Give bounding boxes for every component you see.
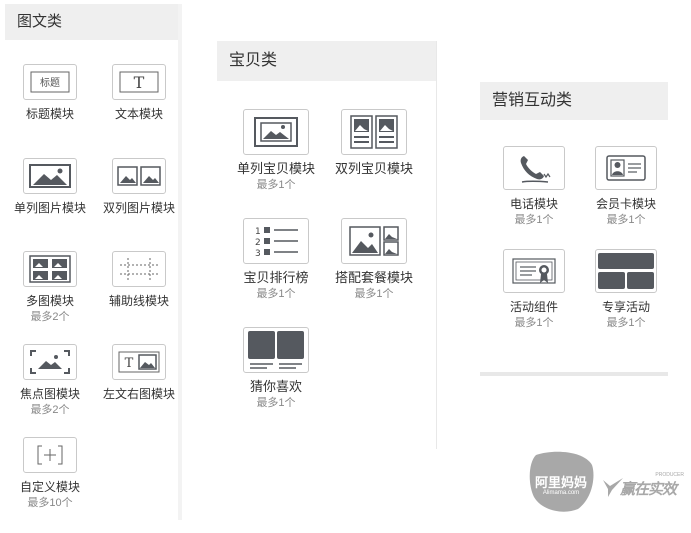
panel-yingxiao: 营销互动类 电话模块 最多1个 会员卡模块 最多1个 活动组件 最多1个 专享活… bbox=[480, 82, 668, 376]
module-limit: 最多2个 bbox=[30, 311, 70, 323]
combo-package-icon bbox=[341, 218, 407, 264]
module-multi-image[interactable]: 多图模块 最多2个 bbox=[8, 251, 92, 324]
module-label: 焦点图模块 bbox=[19, 387, 80, 401]
alimama-logo-subtext: Alimama.com bbox=[542, 490, 580, 496]
module-text[interactable]: T 文本模块 bbox=[97, 64, 181, 121]
module-label: 单列图片模块 bbox=[13, 201, 86, 215]
module-label: 猜你喜欢 bbox=[249, 379, 302, 394]
activity-certificate-icon bbox=[503, 249, 565, 293]
module-guess-you-like[interactable]: 猜你喜欢 最多1个 bbox=[227, 327, 325, 410]
module-member-card[interactable]: 会员卡模块 最多1个 bbox=[584, 146, 668, 227]
panel-tuwen: 图文类 标题 标题模块 T 文本模块 单列图片模块 双列图片模块 多图模块 最多… bbox=[5, 4, 182, 520]
module-single-image[interactable]: 单列图片模块 bbox=[8, 158, 92, 215]
module-double-image[interactable]: 双列图片模块 bbox=[97, 158, 181, 215]
title-icon: 标题 bbox=[23, 64, 77, 100]
module-limit: 最多1个 bbox=[514, 317, 554, 329]
module-label: 活动组件 bbox=[509, 300, 558, 314]
double-image-icon bbox=[112, 158, 166, 194]
module-label: 标题模块 bbox=[25, 107, 74, 121]
module-label: 双列图片模块 bbox=[102, 201, 175, 215]
svg-text:T: T bbox=[134, 73, 145, 92]
svg-text:1: 1 bbox=[255, 227, 261, 237]
module-limit: 最多1个 bbox=[256, 288, 296, 300]
custom-icon bbox=[23, 437, 77, 473]
focus-image-icon bbox=[23, 344, 77, 380]
svg-text:标题: 标题 bbox=[40, 77, 60, 89]
module-limit: 最多1个 bbox=[514, 214, 554, 226]
double-item-icon bbox=[341, 109, 407, 155]
member-card-icon bbox=[595, 146, 657, 190]
module-label: 辅助线模块 bbox=[108, 294, 169, 308]
ranking-list-icon: 1 2 3 bbox=[243, 218, 309, 264]
panel-title-yingxiao: 营销互动类 bbox=[480, 82, 668, 120]
single-image-icon bbox=[23, 158, 77, 194]
panel-title-baobei: 宝贝类 bbox=[217, 41, 436, 81]
module-guide-line[interactable]: 辅助线模块 bbox=[97, 251, 181, 308]
alimama-logo-text: 阿里妈妈 bbox=[534, 475, 587, 490]
module-label: 双列宝贝模块 bbox=[334, 161, 413, 176]
slogan-logo: PRODUCER 赢在实效 bbox=[602, 470, 688, 504]
module-label: 搭配套餐模块 bbox=[334, 270, 413, 285]
module-title[interactable]: 标题 标题模块 bbox=[8, 64, 92, 121]
module-double-item[interactable]: 双列宝贝模块 bbox=[325, 109, 423, 176]
module-limit: 最多1个 bbox=[354, 288, 394, 300]
module-exclusive-activity[interactable]: 专享活动 最多1个 bbox=[584, 249, 668, 330]
svg-text:T: T bbox=[125, 356, 134, 371]
text-left-image-right-icon: T bbox=[112, 344, 166, 380]
alimama-logo: 阿里妈妈 Alimama.com bbox=[526, 447, 596, 515]
text-icon: T bbox=[112, 64, 166, 100]
module-label: 左文右图模块 bbox=[102, 387, 175, 401]
module-label: 多图模块 bbox=[25, 294, 74, 308]
module-limit: 最多1个 bbox=[606, 214, 646, 226]
module-limit: 最多1个 bbox=[256, 397, 296, 409]
module-focus-image[interactable]: 焦点图模块 最多2个 bbox=[8, 344, 92, 417]
guess-you-like-icon bbox=[243, 327, 309, 373]
exclusive-activity-icon bbox=[595, 249, 657, 293]
module-limit: 最多1个 bbox=[256, 179, 296, 191]
slogan-text: 赢在实效 bbox=[620, 481, 677, 498]
module-label: 宝贝排行榜 bbox=[243, 270, 309, 285]
svg-text:3: 3 bbox=[255, 249, 261, 259]
module-single-item[interactable]: 单列宝贝模块 最多1个 bbox=[227, 109, 325, 192]
module-text-left-image-right[interactable]: T 左文右图模块 bbox=[97, 344, 181, 401]
module-limit: 最多2个 bbox=[30, 404, 70, 416]
module-label: 会员卡模块 bbox=[595, 197, 656, 211]
single-item-icon bbox=[243, 109, 309, 155]
module-phone[interactable]: 电话模块 最多1个 bbox=[492, 146, 576, 227]
panel-baobei: 宝贝类 单列宝贝模块 最多1个 双列宝贝模块 1 2 3 宝贝排行榜 最多1个 … bbox=[217, 41, 437, 449]
module-label: 文本模块 bbox=[114, 107, 163, 121]
module-custom[interactable]: 自定义模块 最多10个 bbox=[8, 437, 92, 510]
module-ranking-list[interactable]: 1 2 3 宝贝排行榜 最多1个 bbox=[227, 218, 325, 301]
module-label: 自定义模块 bbox=[19, 480, 80, 494]
module-label: 单列宝贝模块 bbox=[236, 161, 315, 176]
module-limit: 最多1个 bbox=[606, 317, 646, 329]
phone-icon bbox=[503, 146, 565, 190]
module-limit: 最多10个 bbox=[27, 497, 73, 509]
module-combo-package[interactable]: 搭配套餐模块 最多1个 bbox=[325, 218, 423, 301]
guide-line-icon bbox=[112, 251, 166, 287]
panel-title-tuwen: 图文类 bbox=[5, 4, 182, 40]
module-label: 专享活动 bbox=[601, 300, 650, 314]
multi-image-icon bbox=[23, 251, 77, 287]
svg-text:2: 2 bbox=[255, 238, 261, 248]
module-activity[interactable]: 活动组件 最多1个 bbox=[492, 249, 576, 330]
module-label: 电话模块 bbox=[509, 197, 558, 211]
